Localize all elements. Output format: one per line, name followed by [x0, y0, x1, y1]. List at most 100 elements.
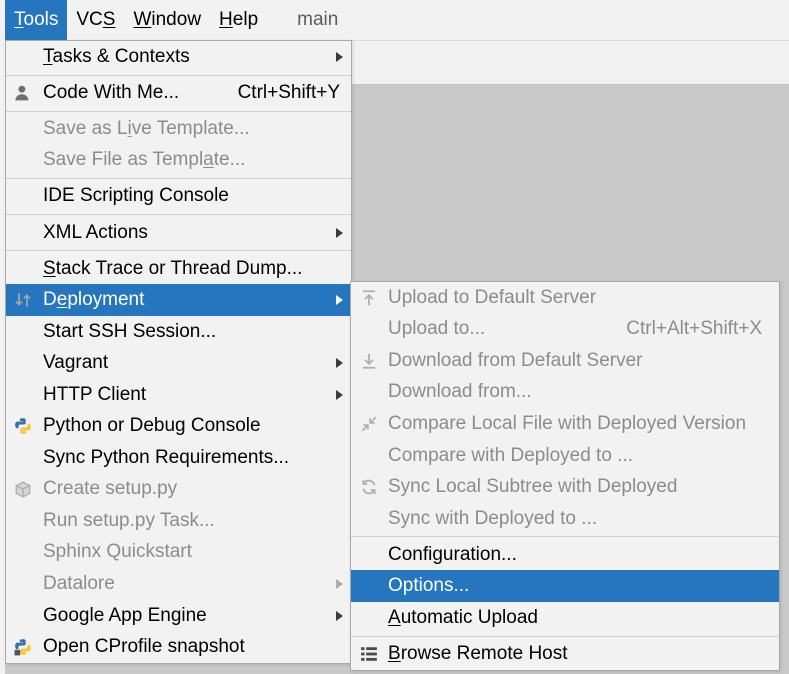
- mnemonic-letter: H: [219, 9, 233, 30]
- python-icon: [14, 417, 32, 435]
- menu-item-shortcut: Ctrl+Shift+Y: [237, 81, 340, 103]
- menu-item-label: Upload to Default Server: [388, 286, 597, 308]
- menu-item-label: Stack Trace or Thread Dump...: [43, 257, 303, 279]
- tools-menu-item-datalore: Datalore: [6, 568, 351, 600]
- window-title: main: [297, 9, 339, 30]
- submenu-arrow-icon: [336, 51, 343, 62]
- mnemonic-letter: B: [388, 642, 401, 664]
- tools-menu-item-open-cprofile-snapshot[interactable]: Open CProfile snapshot: [6, 631, 351, 663]
- sync-icon: [360, 478, 378, 496]
- menu-help[interactable]: Help: [210, 0, 267, 40]
- submenu-arrow-icon: [336, 389, 343, 400]
- deployment-submenu-item-download-from-default-server: Download from Default Server: [351, 345, 779, 377]
- submenu-arrow-icon: [336, 358, 343, 369]
- tools-menu-item-save-file-as-template: Save File as Template...: [6, 145, 351, 177]
- deployment-icon: [14, 291, 32, 309]
- menu-item-label: Vagrant: [43, 352, 109, 374]
- tools-menu-item-tasks-contexts[interactable]: Tasks & Contexts: [6, 41, 351, 73]
- mnemonic-letter: i: [127, 117, 132, 139]
- tools-menu-item-ide-scripting-console[interactable]: IDE Scripting Console: [6, 181, 351, 213]
- mnemonic-letter: a: [203, 149, 214, 171]
- mnemonic-letter: T: [14, 9, 24, 30]
- deployment-submenu-item-compare-with-deployed-to: Compare with Deployed to ...: [351, 440, 779, 472]
- mnemonic-letter: e: [56, 289, 68, 311]
- tools-menu-item-save-as-live-template: Save as Live Template...: [6, 113, 351, 145]
- menu-item-label: Google App Engine: [43, 604, 207, 626]
- menu-vcs[interactable]: VCS: [67, 0, 124, 40]
- tools-menu-item-vagrant[interactable]: Vagrant: [6, 347, 351, 379]
- deployment-submenu-item-browse-remote-host[interactable]: Browse Remote Host: [351, 638, 779, 670]
- compare-icon: [360, 415, 378, 433]
- tools-menu-item-python-or-debug-console[interactable]: Python or Debug Console: [6, 411, 351, 443]
- tools-menu-item-sphinx-quickstart: Sphinx Quickstart: [6, 537, 351, 569]
- menu-item-label: Sync with Deployed to ...: [388, 507, 598, 529]
- menu-item-label: Python or Debug Console: [43, 415, 261, 437]
- menu-window-label: Window: [133, 9, 202, 30]
- submenu-arrow-icon: [336, 295, 343, 306]
- upload-icon: [360, 289, 378, 307]
- tools-menu-item-create-setup-py: Create setup.py: [6, 474, 351, 506]
- deployment-submenu-item-automatic-upload[interactable]: Automatic Upload: [351, 602, 779, 634]
- tools-menu-item-deployment[interactable]: Deployment: [6, 284, 351, 316]
- menu-item-label: Sync Local Subtree with Deployed: [388, 476, 678, 498]
- submenu-arrow-icon: [336, 227, 343, 238]
- menu-item-label: Compare with Deployed to ...: [388, 444, 634, 466]
- submenu-arrow-icon: [336, 610, 343, 621]
- menu-item-label: Tasks & Contexts: [43, 45, 190, 67]
- menu-item-label: Download from...: [388, 381, 532, 403]
- setup-py-icon: [14, 480, 32, 499]
- menu-item-label: Automatic Upload: [388, 606, 538, 628]
- menu-item-label: Sphinx Quickstart: [43, 541, 192, 563]
- deployment-submenu-item-sync-with-deployed-to: Sync with Deployed to ...: [351, 503, 779, 535]
- deployment-submenu-item-download-from: Download from...: [351, 377, 779, 409]
- menu-item-label: Run setup.py Task...: [43, 509, 215, 531]
- deployment-submenu-item-options[interactable]: Options...: [351, 570, 779, 602]
- mnemonic-letter: T: [43, 45, 53, 67]
- menu-item-label: XML Actions: [43, 221, 148, 243]
- menu-tools-label: Tools: [14, 9, 59, 30]
- cprofile-icon: [14, 638, 32, 656]
- tools-menu-item-google-app-engine[interactable]: Google App Engine: [6, 600, 351, 632]
- mnemonic-letter: W: [133, 9, 152, 30]
- mnemonic-letter: S: [43, 257, 56, 279]
- download-icon: [360, 352, 378, 370]
- tools-menu-item-stack-trace-or-thread-dump[interactable]: Stack Trace or Thread Dump...: [6, 253, 351, 285]
- menu-item-label: Upload to...: [388, 318, 486, 340]
- tools-menu-item-xml-actions[interactable]: XML Actions: [6, 217, 351, 249]
- menu-item-label: Compare Local File with Deployed Version: [388, 412, 747, 434]
- menu-vcs-label: VCS: [76, 9, 116, 30]
- menu-item-label: Sync Python Requirements...: [43, 446, 290, 468]
- tools-menu-item-sync-python-requirements[interactable]: Sync Python Requirements...: [6, 442, 351, 474]
- deployment-submenu-item-sync-local-subtree-with-deployed: Sync Local Subtree with Deployed: [351, 471, 779, 503]
- tools-menu-item-code-with-me[interactable]: Code With Me... Ctrl+Shift+Y: [6, 77, 351, 109]
- menu-item-label: Browse Remote Host: [388, 642, 568, 664]
- menu-item-label: Save as Live Template...: [43, 117, 250, 139]
- tools-menu-item-http-client[interactable]: HTTP Client: [6, 379, 351, 411]
- menu-item-label: HTTP Client: [43, 383, 147, 405]
- menu-item-label: Options...: [388, 575, 470, 597]
- menu-item-label: Open CProfile snapshot: [43, 636, 245, 658]
- deployment-submenu-item-compare-local-file-with-deployed-version: Compare Local File with Deployed Version: [351, 408, 779, 440]
- mnemonic-letter: A: [388, 606, 401, 628]
- deployment-submenu-item-upload-to-default-server: Upload to Default Server: [351, 282, 779, 314]
- deployment-submenu: Upload to Default Server Upload to... Ctrl…: [350, 281, 780, 671]
- menu-item-label: IDE Scripting Console: [43, 185, 229, 207]
- menu-item-label: Code With Me...: [43, 81, 180, 103]
- deployment-submenu-item-upload-to: Upload to... Ctrl+Alt+Shift+X: [351, 314, 779, 346]
- menu-tools[interactable]: Tools: [5, 0, 68, 40]
- menu-bar: Tools VCS Window Help main: [0, 0, 789, 40]
- browse-icon: [360, 645, 378, 663]
- menu-item-label: Datalore: [43, 573, 115, 595]
- menu-item-shortcut: Ctrl+Alt+Shift+X: [626, 318, 762, 340]
- tools-menu-item-run-setup-py-task: Run setup.py Task...: [6, 505, 351, 537]
- deployment-submenu-item-configuration[interactable]: Configuration...: [351, 539, 779, 571]
- menu-item-label: Create setup.py: [43, 478, 178, 500]
- submenu-arrow-icon: [336, 579, 343, 590]
- menu-item-label: Save File as Template...: [43, 149, 246, 171]
- tools-menu: Tasks & Contexts Code With Me... Ctrl+Shif…: [5, 40, 352, 664]
- menu-item-label: Deployment: [43, 289, 145, 311]
- menu-item-label: Start SSH Session...: [43, 320, 217, 342]
- menu-window[interactable]: Window: [124, 0, 210, 40]
- tools-menu-item-start-ssh-session[interactable]: Start SSH Session...: [6, 316, 351, 348]
- mnemonic-letter: S: [102, 9, 116, 30]
